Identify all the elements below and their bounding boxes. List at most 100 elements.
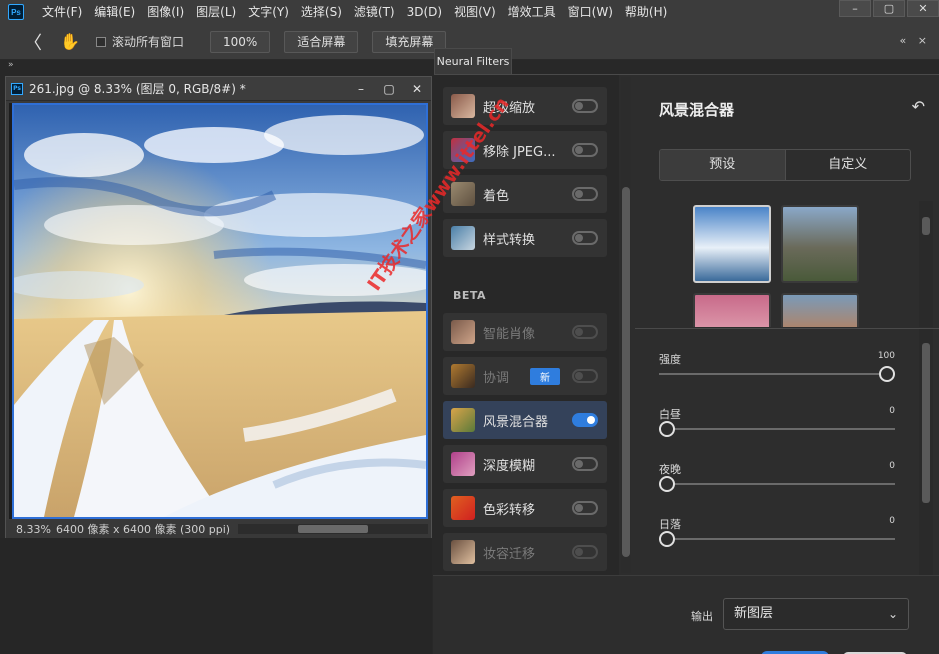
- filter-harmonization[interactable]: 协调 新: [443, 357, 607, 395]
- menu-filter[interactable]: 滤镜(T): [348, 0, 401, 24]
- menu-help[interactable]: 帮助(H): [619, 0, 673, 24]
- menu-layer[interactable]: 图层(L): [190, 0, 242, 24]
- preset-scrollbar[interactable]: [919, 201, 933, 327]
- scroll-all-windows-checkbox[interactable]: 滚动所有窗口: [96, 33, 184, 50]
- super-zoom-thumb-icon: [451, 94, 475, 118]
- canyon-preset[interactable]: [781, 293, 859, 327]
- menu-file[interactable]: 文件(F): [36, 0, 88, 24]
- super-zoom-toggle[interactable]: [572, 99, 598, 113]
- mountain-valley-preset[interactable]: [781, 205, 859, 283]
- harmonization-toggle[interactable]: [572, 369, 598, 383]
- filter-list-scrollbar[interactable]: [621, 77, 631, 573]
- slider-track[interactable]: [659, 373, 895, 375]
- document-status-bar: 8.33% 6400 像素 x 6400 像素 (300 ppi) ›: [6, 520, 431, 538]
- filter-label: 协调: [483, 370, 510, 386]
- filter-jpeg-artifacts-removal[interactable]: 移除 JPEG...: [443, 131, 607, 169]
- collapse-panels-icon[interactable]: « ×: [900, 34, 931, 47]
- ps-document-icon: Ps: [11, 82, 23, 95]
- filter-style-transfer[interactable]: 样式转换: [443, 219, 607, 257]
- slider-label: 日落: [659, 518, 681, 531]
- filter-label: 移除 JPEG...: [483, 144, 556, 160]
- chevron-left-icon[interactable]: 〈: [18, 27, 48, 57]
- landscape-mixer-toggle[interactable]: [572, 413, 598, 427]
- slider-knob[interactable]: [659, 421, 675, 437]
- menu-image[interactable]: 图像(I): [141, 0, 190, 24]
- document-controls: – ▢ ✕: [347, 77, 431, 101]
- tab-custom[interactable]: 自定义: [784, 150, 911, 180]
- filter-depth-blur[interactable]: 深度模糊: [443, 445, 607, 483]
- maximize-button[interactable]: ▢: [873, 0, 905, 17]
- menu-plugins[interactable]: 增效工具: [502, 0, 562, 24]
- colorize-toggle[interactable]: [572, 187, 598, 201]
- settings-title: 风景混合器: [659, 101, 735, 119]
- menu-window[interactable]: 窗口(W): [562, 0, 619, 24]
- slider-knob[interactable]: [659, 531, 675, 547]
- depth-blur-thumb-icon: [451, 452, 475, 476]
- preset-scroll-thumb[interactable]: [922, 217, 930, 235]
- expand-toolbar-icon[interactable]: »: [0, 60, 20, 74]
- smart-portrait-thumb-icon: [451, 320, 475, 344]
- color-transfer-toggle[interactable]: [572, 501, 598, 515]
- menu-3d[interactable]: 3D(D): [401, 0, 448, 24]
- filter-list-scroll-thumb[interactable]: [622, 187, 630, 557]
- preset-custom-switch: 预设 自定义: [659, 149, 911, 181]
- menu-select[interactable]: 选择(S): [295, 0, 348, 24]
- slider-track[interactable]: [659, 428, 895, 430]
- slider-sunset: 日落 0: [659, 516, 895, 556]
- ps-app-icon[interactable]: Ps: [8, 4, 24, 20]
- slider-strength: 强度 100: [659, 351, 895, 391]
- panel-footer: 输出 新图层 ⌄: [433, 575, 939, 654]
- close-button[interactable]: ✕: [907, 0, 939, 17]
- slider-track[interactable]: [659, 483, 895, 485]
- slider-track[interactable]: [659, 538, 895, 540]
- jpeg-removal-toggle[interactable]: [572, 143, 598, 157]
- filter-list: 超级缩放 移除 JPEG... 着色 样式转换 BETA 智能肖像 协调 新 风…: [433, 75, 619, 575]
- snowy-mountain-lake-preset[interactable]: [693, 205, 771, 283]
- canvas-area[interactable]: [9, 103, 428, 519]
- doc-maximize-button[interactable]: ▢: [375, 78, 403, 100]
- menu-edit[interactable]: 编辑(E): [88, 0, 141, 24]
- status-zoom[interactable]: 8.33%: [6, 523, 56, 536]
- makeup-transfer-thumb-icon: [451, 540, 475, 564]
- filter-label: 妆容迁移: [483, 546, 536, 562]
- slider-knob[interactable]: [659, 476, 675, 492]
- slider-scroll-thumb[interactable]: [922, 343, 930, 503]
- depth-blur-toggle[interactable]: [572, 457, 598, 471]
- slider-scrollbar[interactable]: [919, 329, 933, 575]
- output-select[interactable]: 新图层 ⌄: [723, 598, 909, 630]
- checkbox-box[interactable]: [96, 36, 106, 47]
- menu-type[interactable]: 文字(Y): [242, 0, 295, 24]
- filter-super-zoom[interactable]: 超级缩放: [443, 87, 607, 125]
- filter-colorize[interactable]: 着色: [443, 175, 607, 213]
- slider-knob[interactable]: [879, 366, 895, 382]
- photoshop-window: Ps 文件(F) 编辑(E) 图像(I) 图层(L) 文字(Y) 选择(S) 滤…: [0, 0, 939, 654]
- makeup-transfer-toggle[interactable]: [572, 545, 598, 559]
- landscape-mixer-settings: 风景混合器 ↶ 预设 自定义 强度 100 白昼 0 夜晚 0 日落 0: [635, 75, 939, 575]
- new-badge: 新: [530, 367, 560, 385]
- tab-neural-filters[interactable]: Neural Filters: [434, 48, 512, 75]
- filter-landscape-mixer[interactable]: 风景混合器: [443, 401, 607, 439]
- fit-screen-button[interactable]: 适合屏幕: [284, 30, 359, 53]
- style-transfer-toggle[interactable]: [572, 231, 598, 245]
- filter-smart-portrait[interactable]: 智能肖像: [443, 313, 607, 351]
- doc-close-button[interactable]: ✕: [403, 78, 431, 100]
- tab-presets[interactable]: 预设: [660, 150, 785, 180]
- horizontal-scrollbar[interactable]: [238, 524, 428, 534]
- color-transfer-thumb-icon: [451, 496, 475, 520]
- reset-icon[interactable]: ↶: [912, 97, 925, 116]
- slider-value: 0: [889, 516, 895, 526]
- filter-label: 色彩转移: [483, 502, 536, 518]
- document-titlebar[interactable]: Ps 261.jpg @ 8.33% (图层 0, RGB/8#) * – ▢ …: [6, 77, 431, 101]
- landscape-photo[interactable]: [12, 103, 428, 519]
- smart-portrait-toggle[interactable]: [572, 325, 598, 339]
- sunset-peak-preset[interactable]: [693, 293, 771, 327]
- horizontal-scroll-thumb[interactable]: [298, 525, 368, 533]
- doc-minimize-button[interactable]: –: [347, 78, 375, 100]
- menu-bar: Ps 文件(F) 编辑(E) 图像(I) 图层(L) 文字(Y) 选择(S) 滤…: [0, 0, 939, 24]
- filter-makeup-transfer[interactable]: 妆容迁移: [443, 533, 607, 571]
- minimize-button[interactable]: –: [839, 0, 871, 17]
- menu-view[interactable]: 视图(V): [448, 0, 502, 24]
- hand-tool-icon[interactable]: ✋: [58, 30, 82, 54]
- filter-color-transfer[interactable]: 色彩转移: [443, 489, 607, 527]
- zoom-level-field[interactable]: 100%: [210, 30, 271, 53]
